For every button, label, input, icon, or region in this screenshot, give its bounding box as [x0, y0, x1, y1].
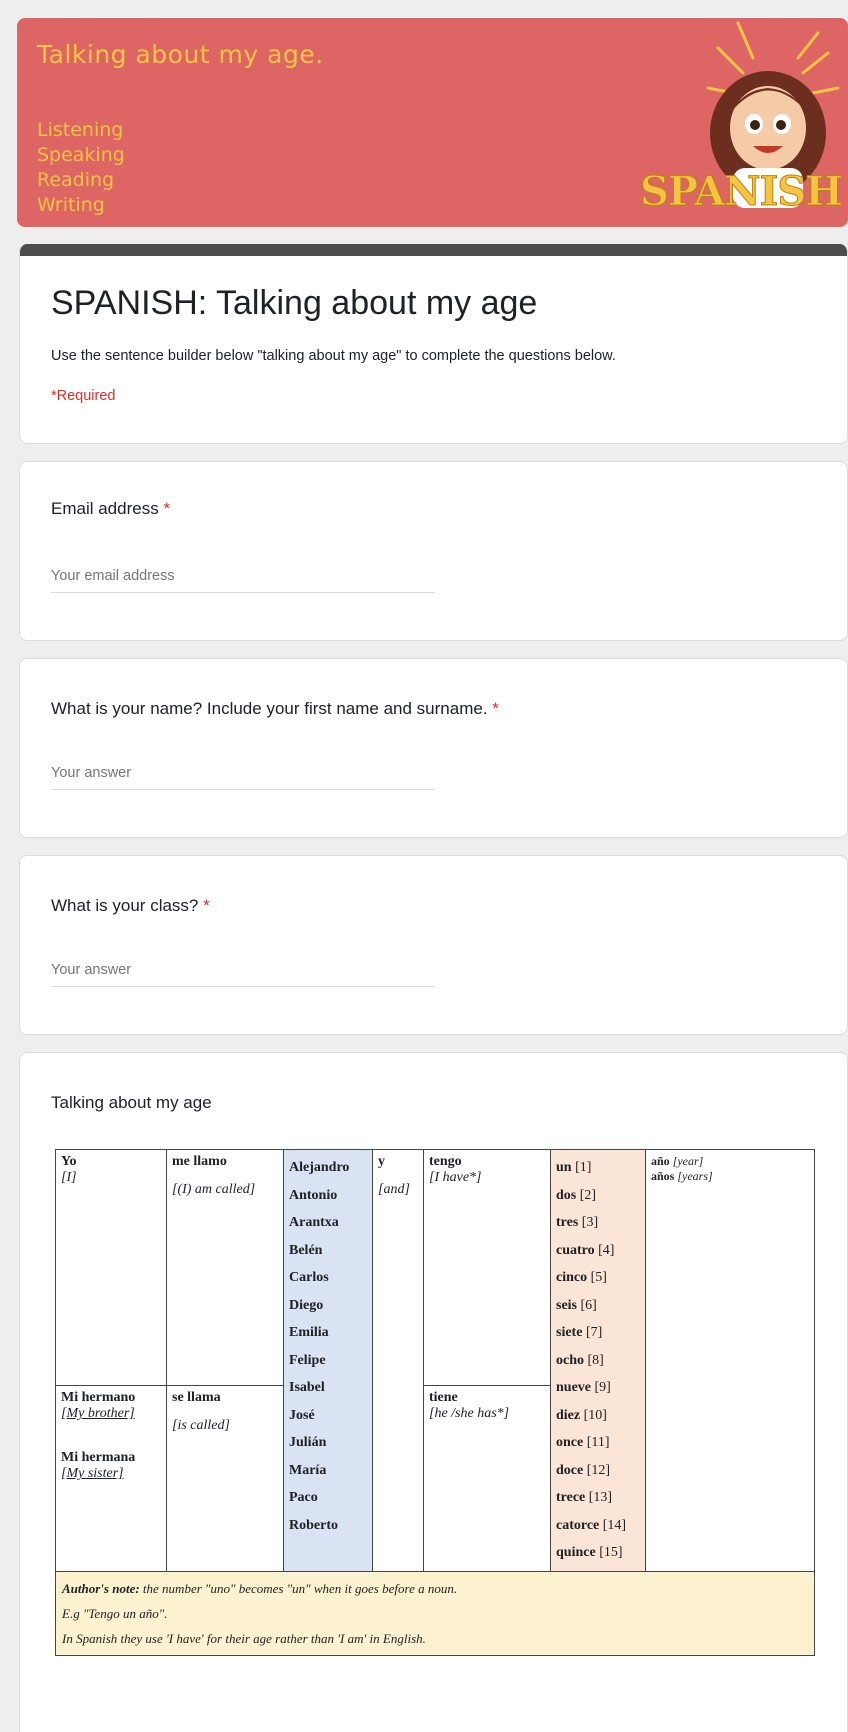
name-item: Emilia	[289, 1325, 329, 1340]
cell-y: y [and]	[372, 1149, 424, 1572]
hermana-text: Mi hermana	[61, 1450, 136, 1466]
sentence-builder-table: Yo [I] me llamo [(I) am called] Alejandr…	[55, 1148, 815, 1656]
name-item: Paco	[289, 1490, 318, 1505]
skill-listening: Listening	[37, 119, 124, 141]
anos-translation: [years]	[677, 1169, 713, 1183]
email-field[interactable]	[51, 568, 435, 593]
yo-text: Yo	[61, 1154, 77, 1169]
cell-tengo: tengo [I have*]	[423, 1148, 551, 1387]
skill-reading: Reading	[37, 169, 115, 191]
question-class-card: What is your class? *	[19, 855, 848, 1035]
question-name-card: What is your name? Include your first na…	[19, 658, 848, 838]
form-title-card: SPANISH: Talking about my age Use the se…	[19, 244, 848, 444]
hermano-translation: [My brother]	[61, 1406, 135, 1422]
name-item: Antonio	[289, 1187, 338, 1203]
number-item: ocho [8]	[556, 1352, 604, 1368]
se-llama-text: se llama	[172, 1390, 221, 1406]
me-llamo-translation: [(I) am called]	[172, 1182, 256, 1197]
email-label: Email address *	[51, 499, 171, 518]
note-line: the number "uno" becomes "un" when it go…	[142, 1580, 458, 1596]
y-translation: [and]	[378, 1182, 410, 1197]
form-description: Use the sentence builder below "talking …	[51, 348, 616, 364]
number-item: nueve [9]	[556, 1380, 611, 1395]
name-input[interactable]	[51, 765, 435, 790]
authors-note: Author's note: the number "uno" becomes …	[55, 1570, 815, 1656]
number-item: tres [3]	[556, 1215, 599, 1230]
name-item: Alejandro	[289, 1160, 350, 1175]
note-line: E.g "Tengo un año".	[62, 1605, 168, 1621]
name-item: Felipe	[289, 1352, 326, 1368]
se-llama-translation: [is called]	[172, 1418, 230, 1434]
number-item: trece [13]	[556, 1490, 613, 1505]
banner-skills: Listening Speaking Reading Writing	[37, 118, 125, 218]
number-item: once [11]	[556, 1435, 610, 1450]
number-item: un [1]	[556, 1160, 592, 1175]
hermano-text: Mi hermano	[61, 1390, 136, 1406]
tiene-translation: [he /she has*]	[429, 1406, 510, 1422]
number-item: siete [7]	[556, 1325, 603, 1340]
yo-translation: [I]	[61, 1170, 77, 1185]
cell-tiene: tiene [he /she has*]	[423, 1385, 551, 1572]
question-email-card: Email address *	[19, 461, 848, 641]
name-item: Diego	[289, 1297, 324, 1313]
number-item: seis [6]	[556, 1297, 597, 1313]
number-item: diez [10]	[556, 1407, 607, 1423]
name-item: Isabel	[289, 1380, 325, 1395]
skill-speaking: Speaking	[37, 144, 125, 166]
y-text: y	[378, 1154, 385, 1169]
tiene-text: tiene	[429, 1390, 458, 1406]
required-note: *Required	[51, 388, 116, 404]
name-item: Roberto	[289, 1517, 338, 1533]
cell-year: año [year] años [years]	[645, 1149, 815, 1572]
note-line: In Spanish they use 'I have' for their a…	[62, 1630, 426, 1646]
name-item: José	[289, 1407, 315, 1423]
sentence-builder-card: Talking about my age Yo [I] me llamo [(I…	[19, 1052, 848, 1732]
class-label: What is your class? *	[51, 896, 210, 915]
cell-me-llamo: me llamo [(I) am called]	[166, 1148, 284, 1387]
name-item: María	[289, 1462, 327, 1478]
tengo-text: tengo	[429, 1154, 462, 1169]
name-item: Julián	[289, 1435, 327, 1450]
name-item: Carlos	[289, 1270, 329, 1285]
note-label: Author's note:	[62, 1580, 140, 1596]
cell-mi-hermano: Mi hermano [My brother] Mi hermana [My s…	[55, 1385, 167, 1572]
number-item: doce [12]	[556, 1462, 611, 1478]
number-item: catorce [14]	[556, 1517, 627, 1533]
number-item: cuatro [4]	[556, 1242, 615, 1258]
cell-yo: Yo [I]	[55, 1148, 167, 1387]
numbers-column: un [1] dos [2] tres [3] cuatro [4] cinco…	[550, 1149, 646, 1572]
form-title: SPANISH: Talking about my age	[51, 284, 538, 322]
tengo-translation: [I have*]	[429, 1170, 482, 1185]
title-accent-bar	[20, 244, 847, 256]
number-item: dos [2]	[556, 1187, 597, 1203]
name-item: Belén	[289, 1242, 323, 1258]
ano-translation: [year]	[672, 1154, 704, 1168]
number-item: cinco [5]	[556, 1270, 607, 1285]
name-label: What is your name? Include your first na…	[51, 699, 499, 718]
skill-writing: Writing	[37, 194, 105, 216]
hermana-translation: [My sister]	[61, 1466, 124, 1482]
names-column: Alejandro Antonio Arantxa Belén Carlos D…	[283, 1149, 373, 1572]
ano-text: año	[651, 1154, 670, 1168]
me-llamo-text: me llamo	[172, 1154, 227, 1169]
header-banner: Talking about my age. Listening Speaking…	[17, 18, 848, 227]
sentence-builder-heading: Talking about my age	[51, 1093, 212, 1112]
banner-title: Talking about my age.	[37, 40, 324, 69]
anos-text: años	[651, 1169, 675, 1183]
number-item: quince [15]	[556, 1545, 623, 1560]
name-item: Arantxa	[289, 1215, 339, 1230]
class-input[interactable]	[51, 962, 435, 987]
cell-se-llama: se llama [is called]	[166, 1385, 284, 1572]
spanish-logo: SPANISH	[639, 168, 843, 216]
